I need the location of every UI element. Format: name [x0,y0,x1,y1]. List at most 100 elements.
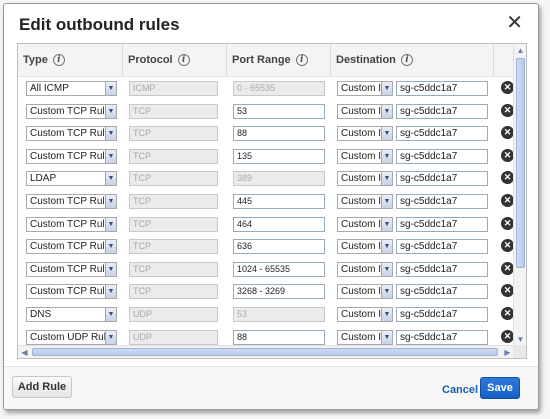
type-select[interactable]: Custom TCP Rule ▼ [26,194,117,209]
type-select[interactable]: Custom TCP Rule ▼ [26,126,117,142]
destination-input[interactable]: sg-c5ddc1a7 [396,81,488,96]
info-icon[interactable]: i [295,54,308,67]
horizontal-scrollbar[interactable]: ◀ ▶ [18,345,514,358]
table-row: Custom TCP Rule ▼ TCP 1024 - 65535 Custom IP… [18,261,514,285]
chevron-down-icon[interactable]: ▼ [381,149,392,163]
port-range-input[interactable]: 135 [233,148,325,164]
type-value: Custom TCP Rule [30,150,111,162]
destination-input[interactable]: sg-c5ddc1a7 [396,329,488,345]
type-select[interactable]: All ICMP ▼ [26,81,117,96]
vertical-scrollbar[interactable]: ▲ ▼ [513,44,526,346]
add-rule-button[interactable]: Add Rule [12,376,72,398]
destination-input[interactable]: sg-c5ddc1a7 [396,194,488,209]
close-icon[interactable]: ✕ [506,13,523,33]
port-range-input[interactable]: 3268 - 3269 [233,284,325,300]
type-select[interactable]: Custom TCP Rule ▼ [26,148,117,164]
chevron-down-icon[interactable]: ▼ [381,82,392,95]
table-row: Custom TCP Rule ▼ TCP 135 Custom IP ▼ sg-c5ddc… [18,148,514,172]
destination-type-select[interactable]: Custom IP ▼ [337,216,393,232]
type-select[interactable]: Custom UDP Rule ▼ [26,329,117,345]
type-select[interactable]: Custom TCP Rule ▼ [26,261,117,277]
chevron-down-icon[interactable]: ▼ [105,127,116,141]
destination-input[interactable]: sg-c5ddc1a7 [396,239,488,255]
protocol-field: UDP [129,307,218,322]
destination-type-select[interactable]: Custom IP ▼ [337,239,393,255]
type-value: Custom TCP Rule [30,196,111,207]
type-select[interactable]: LDAP ▼ [26,171,117,187]
scroll-down-icon[interactable]: ▼ [515,334,526,345]
info-icon[interactable]: i [400,54,413,67]
chevron-down-icon[interactable]: ▼ [105,149,116,163]
chevron-down-icon[interactable]: ▼ [105,104,116,118]
scroll-right-icon[interactable]: ▶ [502,347,513,358]
chevron-down-icon[interactable]: ▼ [381,262,392,276]
destination-type-select[interactable]: Custom IP ▼ [337,126,393,142]
destination-input[interactable]: sg-c5ddc1a7 [396,284,488,300]
chevron-down-icon[interactable]: ▼ [105,330,116,344]
save-button[interactable]: Save [480,377,520,399]
cancel-button[interactable]: Cancel [442,384,478,396]
info-icon[interactable]: i [52,54,65,67]
port-range-input[interactable]: 53 [233,103,325,119]
type-select[interactable]: Custom TCP Rule ▼ [26,103,117,119]
chevron-down-icon[interactable]: ▼ [105,195,116,208]
protocol-field: TCP [129,103,218,119]
protocol-field: TCP [129,284,218,300]
destination-type-select[interactable]: Custom IP ▼ [337,284,393,300]
chevron-down-icon[interactable]: ▼ [381,308,392,321]
chevron-down-icon[interactable]: ▼ [105,240,116,254]
scrollbar-thumb[interactable] [32,348,498,356]
port-range-input[interactable]: 1024 - 65535 [233,261,325,277]
destination-input[interactable]: sg-c5ddc1a7 [396,307,488,322]
chevron-down-icon[interactable]: ▼ [381,285,392,299]
column-header-protocol: Protocol i [123,44,227,77]
chevron-down-icon[interactable]: ▼ [381,240,392,254]
port-range-input: 53 [233,307,325,322]
port-range-input[interactable]: 88 [233,126,325,142]
destination-input[interactable]: sg-c5ddc1a7 [396,148,488,164]
edit-outbound-rules-dialog: Edit outbound rules ✕ Type i Protocol i Po… [3,3,539,410]
chevron-down-icon[interactable]: ▼ [105,262,116,276]
chevron-down-icon[interactable]: ▼ [105,172,116,186]
destination-input[interactable]: sg-c5ddc1a7 [396,171,488,187]
chevron-down-icon[interactable]: ▼ [105,217,116,231]
destination-type-select[interactable]: Custom IP ▼ [337,148,393,164]
chevron-down-icon[interactable]: ▼ [105,82,116,95]
chevron-down-icon[interactable]: ▼ [381,330,392,344]
destination-type-select[interactable]: Custom IP ▼ [337,307,393,322]
type-select[interactable]: DNS ▼ [26,307,117,322]
port-range-input[interactable]: 464 [233,216,325,232]
protocol-field: TCP [129,216,218,232]
destination-type-select[interactable]: Custom IP ▼ [337,194,393,209]
chevron-down-icon[interactable]: ▼ [105,308,116,321]
destination-input[interactable]: sg-c5ddc1a7 [396,261,488,277]
destination-input[interactable]: sg-c5ddc1a7 [396,103,488,119]
protocol-field: TCP [129,194,218,209]
type-select[interactable]: Custom TCP Rule ▼ [26,239,117,255]
table-row: Custom TCP Rule ▼ TCP 636 Custom IP ▼ sg-c5ddc… [18,239,514,262]
type-select[interactable]: Custom TCP Rule ▼ [26,216,117,232]
chevron-down-icon[interactable]: ▼ [381,127,392,141]
scroll-left-icon[interactable]: ◀ [19,347,30,358]
port-range-input: 0 - 65535 [233,81,325,96]
destination-type-select[interactable]: Custom IP ▼ [337,171,393,187]
port-range-input[interactable]: 636 [233,239,325,255]
chevron-down-icon[interactable]: ▼ [381,104,392,118]
port-range-input[interactable]: 88 [233,329,325,345]
table-header: Type i Protocol i Port Range i Destination i [18,44,514,77]
destination-input[interactable]: sg-c5ddc1a7 [396,126,488,142]
scroll-up-icon[interactable]: ▲ [515,45,526,56]
chevron-down-icon[interactable]: ▼ [105,285,116,299]
destination-type-select[interactable]: Custom IP ▼ [337,261,393,277]
scrollbar-thumb[interactable] [516,58,525,268]
destination-type-select[interactable]: Custom IP ▼ [337,81,393,96]
type-select[interactable]: Custom TCP Rule ▼ [26,284,117,300]
port-range-input[interactable]: 445 [233,194,325,209]
destination-type-select[interactable]: Custom IP ▼ [337,103,393,119]
chevron-down-icon[interactable]: ▼ [381,172,392,186]
destination-type-select[interactable]: Custom IP ▼ [337,329,393,345]
chevron-down-icon[interactable]: ▼ [381,195,392,208]
info-icon[interactable]: i [177,54,190,67]
destination-input[interactable]: sg-c5ddc1a7 [396,216,488,232]
chevron-down-icon[interactable]: ▼ [381,217,392,231]
